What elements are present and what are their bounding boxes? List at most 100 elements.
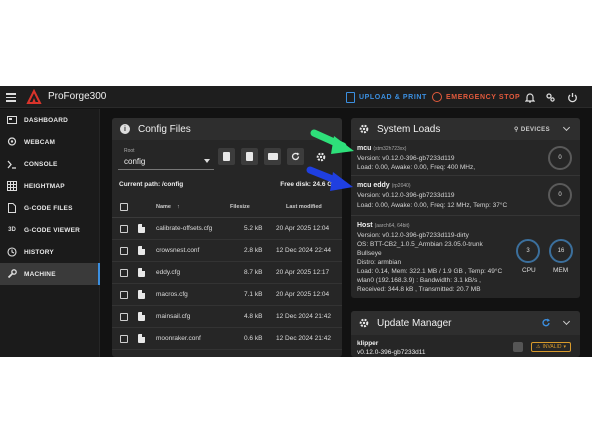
- mcu-eddy-load: Load: 0.00, Awake: 0.00, Freq: 12 MHz, T…: [357, 202, 508, 209]
- sidebar-item-gcode-files[interactable]: G-CODE FILES: [0, 197, 100, 219]
- sidebar-item-dashboard[interactable]: DASHBOARD: [0, 109, 100, 131]
- upload-file-button[interactable]: [218, 148, 235, 165]
- row-checkbox[interactable]: [120, 225, 128, 233]
- update-manager-panel: Update Manager klipper v0.12.0-396-gb723…: [351, 311, 580, 357]
- host-line: OS: BTT-CB2_1.0.5_Armbian 23.05.0-trunk: [357, 241, 483, 248]
- mcu-load: Load: 0.00, Awake: 0.00, Freq: 400 MHz,: [357, 164, 476, 171]
- history-icon: [7, 247, 17, 257]
- console-icon: [7, 159, 17, 169]
- webcam-icon: [7, 137, 17, 147]
- sidebar-item-heightmap[interactable]: HEIGHTMAP: [0, 175, 100, 197]
- mcu-eddy-block: mcu eddy (rp2040) Version: v0.12.0-396-gb…: [351, 176, 580, 216]
- root-select[interactable]: Root config: [118, 148, 214, 170]
- host-line: wlan0 (192.168.3.9) : Bandwidth: 3.1 kB/…: [357, 277, 481, 284]
- file-icon: [138, 290, 145, 299]
- row-checkbox[interactable]: [120, 291, 128, 299]
- update-icon: [359, 318, 369, 328]
- upload-print-button[interactable]: UPLOAD & PRINT: [346, 90, 427, 104]
- table-row[interactable]: moonraker.conf 0.6 kB 12 Dec 2024 21:42: [112, 328, 342, 350]
- app-window: ProForge300 UPLOAD & PRINT EMERGENCY STO…: [0, 86, 592, 357]
- heightmap-icon: [7, 181, 17, 191]
- row-checkbox[interactable]: [120, 247, 128, 255]
- system-loads-panel: System Loads ⚲ DEVICES mcu (stm32h723xx) …: [351, 118, 580, 298]
- file-icon: [138, 334, 145, 343]
- table-row[interactable]: macros.cfg 7.1 kB 20 Apr 2025 12:04: [112, 284, 342, 306]
- file-icon: [138, 312, 145, 321]
- create-folder-button[interactable]: [264, 148, 281, 165]
- file-size: 2.8 kB: [244, 247, 263, 254]
- row-checkbox[interactable]: [120, 313, 128, 321]
- sidebar-item-webcam[interactable]: WEBCAM: [0, 131, 100, 153]
- mcu-eddy-name: mcu eddy (rp2040): [357, 182, 411, 189]
- file-icon: [138, 246, 145, 255]
- table-header: Name ↑ Filesize Last modified: [112, 196, 342, 218]
- invalid-status-badge[interactable]: ⚠ INVALID ▾: [531, 342, 571, 352]
- file-name: moonraker.conf: [156, 335, 201, 342]
- config-files-panel: i Config Files Root config Current path:…: [112, 118, 342, 357]
- update-item-settings-button[interactable]: [513, 342, 523, 352]
- devices-button[interactable]: ⚲ DEVICES: [514, 126, 550, 133]
- host-line: Load: 0.14, Mem: 322.1 MB / 1.9 GB , Tem…: [357, 268, 503, 275]
- alert-icon: ⚠: [535, 344, 541, 350]
- sidebar-item-label: DASHBOARD: [24, 116, 69, 124]
- upload-print-label: UPLOAD & PRINT: [359, 93, 427, 101]
- top-bar: ProForge300 UPLOAD & PRINT EMERGENCY STO…: [0, 86, 592, 108]
- mcu-eddy-version: Version: v0.12.0-396-gb7233d119: [357, 192, 455, 199]
- caret-down-icon: ▾: [563, 344, 567, 350]
- row-checkbox[interactable]: [120, 335, 128, 343]
- row-checkbox[interactable]: [120, 269, 128, 277]
- file-size: 8.7 kB: [244, 269, 263, 276]
- column-modified[interactable]: Last modified: [286, 204, 322, 210]
- file-size: 5.2 kB: [244, 225, 263, 232]
- file-upload-icon: [223, 152, 230, 161]
- sidebar-item-gcode-viewer[interactable]: 3D G-CODE VIEWER: [0, 219, 100, 241]
- info-icon: i: [120, 124, 130, 134]
- sidebar-item-label: MACHINE: [24, 270, 56, 278]
- sidebar-item-label: HEIGHTMAP: [24, 182, 65, 190]
- sidebar-item-label: G-CODE VIEWER: [24, 226, 81, 234]
- menu-icon[interactable]: [6, 91, 16, 103]
- select-all-checkbox[interactable]: [120, 203, 128, 211]
- wrench-icon: [7, 269, 17, 279]
- sort-arrow-up-icon[interactable]: ↑: [177, 204, 180, 210]
- host-line: Bullseye: [357, 250, 382, 257]
- column-name[interactable]: Name: [156, 204, 171, 210]
- mcu-name: mcu (stm32h723xx): [357, 145, 407, 152]
- refresh-icon: [291, 152, 300, 161]
- table-row[interactable]: eddy.cfg 8.7 kB 20 Apr 2025 12:17: [112, 262, 342, 284]
- file-modified: 12 Dec 2024 21:42: [276, 335, 331, 342]
- emergency-stop-button[interactable]: EMERGENCY STOP: [432, 90, 520, 104]
- gear-icon: [359, 124, 369, 134]
- settings-button[interactable]: [312, 148, 329, 165]
- sidebar-item-label: G-CODE FILES: [24, 204, 73, 212]
- file-plus-icon: [246, 152, 253, 161]
- table-row[interactable]: calibrate-offsets.cfg 5.2 kB 20 Apr 2025…: [112, 218, 342, 240]
- settings-gear-icon[interactable]: [543, 90, 557, 104]
- config-files-header: i Config Files: [112, 118, 342, 140]
- sidebar-item-label: CONSOLE: [24, 160, 58, 168]
- power-icon[interactable]: [565, 90, 579, 104]
- folder-plus-icon: [267, 153, 278, 160]
- table-row[interactable]: mainsail.cfg 4.8 kB 12 Dec 2024 21:42: [112, 306, 342, 328]
- sidebar-item-console[interactable]: CONSOLE: [0, 153, 100, 175]
- refresh-button[interactable]: [287, 148, 304, 165]
- mem-gauge: 16: [549, 239, 573, 263]
- file-icon: [7, 203, 17, 213]
- refresh-icon[interactable]: [541, 318, 551, 328]
- column-filesize[interactable]: Filesize: [230, 204, 250, 210]
- panel-title: System Loads: [377, 123, 441, 135]
- sidebar-item-machine[interactable]: MACHINE: [0, 263, 100, 285]
- mcu-chip: (stm32h723xx): [373, 146, 407, 152]
- sidebar-item-history[interactable]: HISTORY: [0, 241, 100, 263]
- file-name: macros.cfg: [156, 291, 188, 298]
- mem-label: MEM: [553, 267, 569, 274]
- mcu-version: Version: v0.12.0-396-gb7233d119: [357, 155, 455, 162]
- notification-bell-icon[interactable]: [523, 90, 537, 104]
- file-icon: [138, 268, 145, 277]
- settings-gear-icon: [316, 152, 325, 161]
- cpu-label: CPU: [522, 267, 536, 274]
- root-value: config: [124, 157, 146, 166]
- table-row[interactable]: crowsnest.conf 2.8 kB 12 Dec 2024 22:44: [112, 240, 342, 262]
- upload-file-icon: [346, 91, 355, 103]
- create-file-button[interactable]: [241, 148, 258, 165]
